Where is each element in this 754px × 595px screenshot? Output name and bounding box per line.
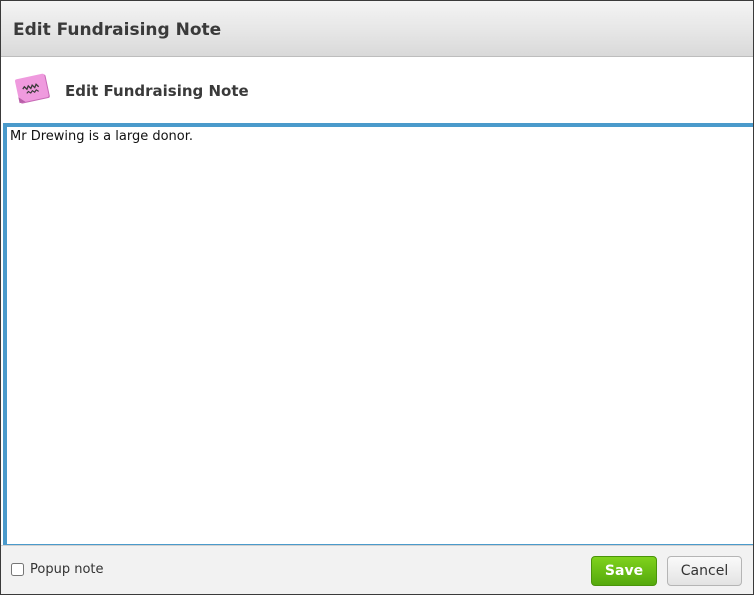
dialog-title: Edit Fundraising Note xyxy=(13,20,222,40)
dialog-header: Edit Fundraising Note xyxy=(1,57,753,123)
popup-note-checkbox[interactable] xyxy=(11,562,24,576)
edit-note-dialog: Edit Fundraising Note Edit Fundraising N… xyxy=(0,0,754,595)
popup-note-label: Popup note xyxy=(30,561,104,577)
cancel-button[interactable]: Cancel xyxy=(667,556,742,586)
popup-note-option[interactable]: Popup note xyxy=(10,560,104,578)
dialog-titlebar[interactable]: Edit Fundraising Note xyxy=(1,1,753,57)
sticky-note-icon xyxy=(15,73,50,104)
header-title: Edit Fundraising Note xyxy=(65,82,249,100)
dialog-footer: Popup note Save Cancel xyxy=(1,545,753,594)
note-textarea[interactable] xyxy=(3,123,753,548)
save-button[interactable]: Save xyxy=(591,556,657,586)
